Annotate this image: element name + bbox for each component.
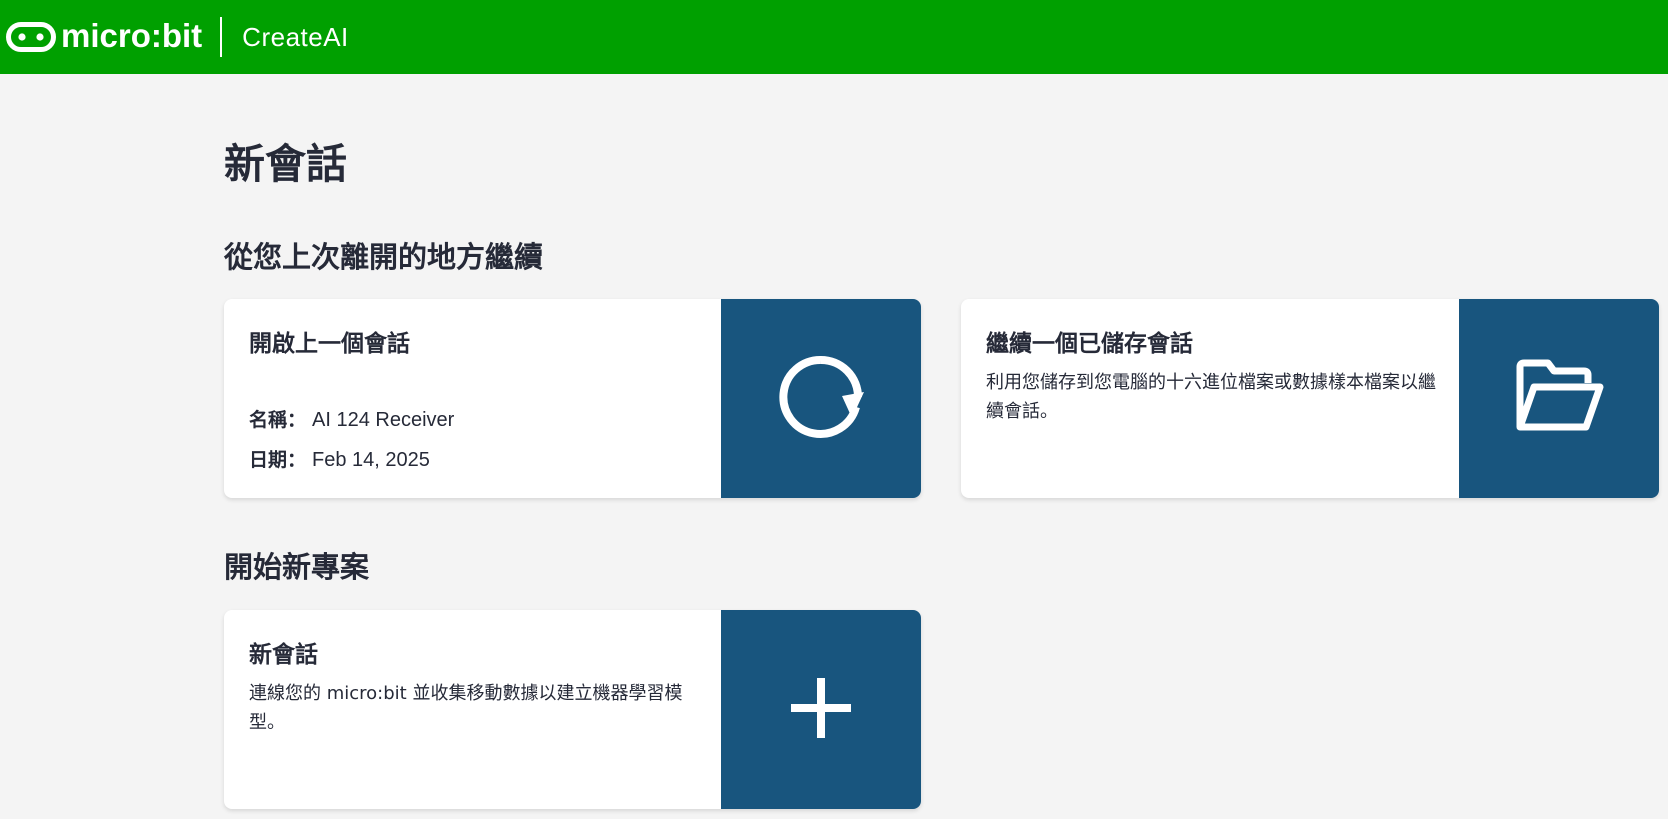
card-heading: 新會話 <box>249 642 318 668</box>
session-name-value: AI 124 Receiver <box>312 409 455 431</box>
session-date-label: 日期： <box>249 449 307 471</box>
new-session-card[interactable]: 新會話 連線您的 micro:bit 並收集移動數據以建立機器學習模型。 <box>224 610 921 809</box>
card-text: 新會話 連線您的 micro:bit 並收集移動數據以建立機器學習模型。 <box>249 635 699 737</box>
plus-icon <box>789 676 853 744</box>
session-date-value: Feb 14, 2025 <box>312 449 430 471</box>
session-date-row: 日期： Feb 14, 2025 <box>249 445 430 472</box>
brand-name: micro:bit <box>61 17 203 54</box>
folder-open-icon <box>1514 357 1604 441</box>
session-name-row: 名稱： AI 124 Receiver <box>249 405 454 432</box>
open-last-session-card[interactable]: 開啟上一個會話 名稱： AI 124 Receiver 日期： Feb 14, 20… <box>224 299 921 498</box>
card-text: 繼續一個已儲存會話 利用您儲存到您電腦的十六進位檔案或數據樣本檔案以繼續會話。 <box>986 324 1436 426</box>
resume-saved-session-card[interactable]: 繼續一個已儲存會話 利用您儲存到您電腦的十六進位檔案或數據樣本檔案以繼續會話。 <box>961 299 1659 498</box>
refresh-icon <box>776 352 866 446</box>
card-description: 連線您的 micro:bit 並收集移動數據以建立機器學習模型。 <box>249 683 683 733</box>
section-title-new: 開始新專案 <box>224 550 370 584</box>
brand[interactable]: micro:bit CreateAI <box>6 0 349 74</box>
page-title: 新會話 <box>224 140 347 188</box>
resume-saved-session-button[interactable] <box>1459 299 1659 498</box>
session-name-label: 名稱： <box>249 409 307 431</box>
section-title-continue: 從您上次離開的地方繼續 <box>224 240 544 274</box>
card-text: 開啟上一個會話 <box>249 324 699 358</box>
card-heading: 開啟上一個會話 <box>249 331 410 357</box>
microbit-logo-icon <box>6 22 56 52</box>
card-description: 利用您儲存到您電腦的十六進位檔案或數據樣本檔案以繼續會話。 <box>986 372 1436 422</box>
brand-divider <box>220 17 223 57</box>
product-name: CreateAI <box>242 21 349 52</box>
new-session-button[interactable] <box>721 610 921 809</box>
open-last-session-button[interactable] <box>721 299 921 498</box>
top-bar: micro:bit CreateAI <box>0 0 1668 74</box>
card-heading: 繼續一個已儲存會話 <box>986 331 1193 357</box>
